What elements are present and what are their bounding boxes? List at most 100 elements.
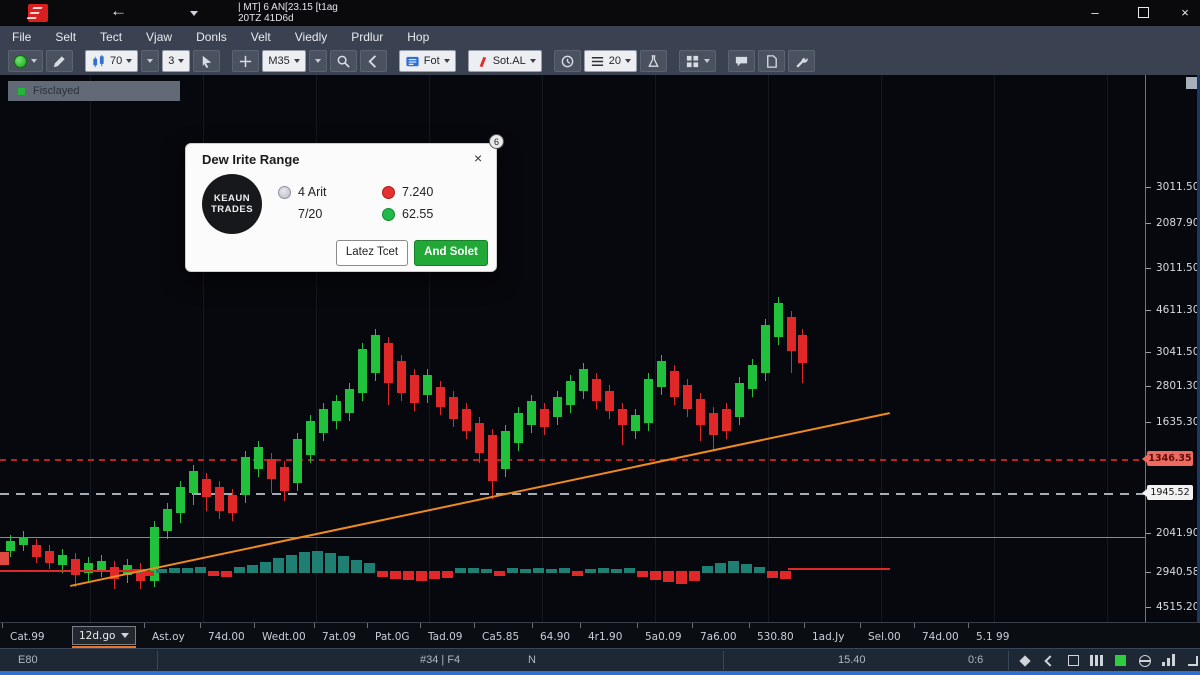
macd-bar <box>676 571 687 584</box>
macd-bar <box>624 568 635 573</box>
secondary-button[interactable]: Latez Tcet <box>336 240 408 266</box>
time-label[interactable]: 4r1.90 <box>588 631 622 643</box>
candle-body <box>215 487 224 511</box>
timeframe-combo-label: M35 <box>268 55 290 67</box>
macd-bar <box>689 571 700 581</box>
time-label[interactable]: Ast.oy <box>152 631 185 643</box>
time-label[interactable]: 64.90 <box>540 631 570 643</box>
green-square-icon[interactable] <box>1114 654 1128 668</box>
macd-bar <box>559 568 570 573</box>
time-label[interactable]: Wedt.00 <box>262 631 306 643</box>
menu-item-hop[interactable]: Hop <box>395 30 441 44</box>
macd-bar <box>637 571 648 577</box>
timeframe-selector[interactable]: 12d.go <box>72 626 136 645</box>
columns-icon[interactable] <box>1090 654 1104 668</box>
minimize-button[interactable]: – <box>1080 4 1110 22</box>
signal-icon[interactable] <box>1162 654 1176 668</box>
macd-signal-line <box>788 568 890 570</box>
menu-item-prdlur[interactable]: Prdlur <box>339 30 395 44</box>
time-tick <box>367 623 368 628</box>
time-tick <box>254 623 255 628</box>
green-status-icon <box>382 208 395 221</box>
diamond-icon[interactable] <box>1018 654 1032 668</box>
clock-tool-button[interactable] <box>553 50 581 72</box>
candle-body <box>488 435 497 481</box>
cursor-tool-button[interactable] <box>193 50 221 72</box>
time-tick <box>474 623 475 628</box>
status-bar: E80 #34 | F4 N 15.40 0:6 <box>0 648 1200 672</box>
menu-item-viedly[interactable]: Viedly <box>283 30 339 44</box>
time-label[interactable]: Sel.00 <box>868 631 901 643</box>
time-label[interactable]: Cat.99 <box>10 631 45 643</box>
draw-combo-button[interactable]: Sot.AL <box>467 50 542 72</box>
back-arrow-icon[interactable]: ← <box>110 1 127 21</box>
chevron-left-icon[interactable] <box>1042 654 1056 668</box>
candle-body <box>748 365 757 389</box>
gridline <box>542 75 543 622</box>
square-icon[interactable] <box>1066 654 1080 668</box>
time-label[interactable]: 7at.09 <box>322 631 356 643</box>
macd-bar <box>247 565 258 573</box>
zoom-combo-label: 3 <box>168 55 175 67</box>
macd-bar <box>442 571 453 578</box>
taskbar-accent-strip <box>0 671 1200 675</box>
menu-item-file[interactable]: File <box>0 30 43 44</box>
chart-type-combo-button[interactable]: 70 <box>85 50 139 72</box>
candle-body <box>71 559 80 575</box>
macd-bar <box>156 569 167 573</box>
timeframe-combo-button[interactable]: M35 <box>262 50 306 72</box>
menu-item-vjaw[interactable]: Vjaw <box>134 30 184 44</box>
macd-bar <box>507 568 518 573</box>
lines-combo-button[interactable]: 20 <box>583 50 637 72</box>
back-tool-button[interactable] <box>359 50 387 72</box>
time-label[interactable]: 530.80 <box>757 631 794 643</box>
macd-bar <box>208 571 219 576</box>
template-combo-button[interactable]: Fot <box>398 50 456 72</box>
broker-logo: KEAUN TRADES <box>202 174 262 234</box>
menu-item-selt[interactable]: Selt <box>43 30 88 44</box>
time-label[interactable]: 1ad.Jy <box>812 631 844 643</box>
crosshair-tool-button[interactable] <box>232 50 260 72</box>
primary-button[interactable]: And Solet <box>414 240 488 266</box>
new-order-button[interactable] <box>8 50 43 72</box>
time-label[interactable]: Ca5.85 <box>482 631 519 643</box>
maximize-button[interactable] <box>1128 4 1158 22</box>
layout-combo-button[interactable] <box>678 50 716 72</box>
price-tick-label: 2940.58 <box>1156 566 1200 578</box>
time-axis: 12d.go Cat.99 Ast.oy 74d.00 Wedt.00 7at.09 Pa… <box>0 622 1200 649</box>
macd-bar <box>572 571 583 576</box>
time-label[interactable]: Tad.09 <box>428 631 462 643</box>
time-label[interactable]: 74d.00 <box>922 631 959 643</box>
time-label[interactable]: 5.1 99 <box>976 631 1009 643</box>
menu-item-tect[interactable]: Tect <box>88 30 134 44</box>
settings-tool-button[interactable] <box>787 50 815 72</box>
time-label[interactable]: 7a6.00 <box>700 631 737 643</box>
time-tick <box>420 623 421 628</box>
macd-bar <box>481 569 492 573</box>
corner-icon[interactable] <box>1186 654 1200 668</box>
radio-button[interactable] <box>278 186 291 199</box>
dialog-close-icon[interactable]: × <box>474 150 482 166</box>
price-tick-label: 4515.20 <box>1156 601 1200 613</box>
chart-type-caret-button[interactable] <box>141 50 160 72</box>
chart-canvas[interactable]: Fisclayed 3011.50 2087.90 3011.50 4611.30 30… <box>0 75 1200 675</box>
news-tool-button[interactable] <box>757 50 785 72</box>
close-button[interactable]: × <box>1170 4 1200 22</box>
plus-icon <box>238 54 253 69</box>
macd-bar <box>416 571 427 581</box>
chat-tool-button[interactable] <box>727 50 755 72</box>
chart-tab[interactable]: Fisclayed <box>8 81 180 101</box>
chevron-down-icon[interactable] <box>190 11 198 16</box>
time-label[interactable]: 74d.00 <box>208 631 245 643</box>
globe-icon[interactable] <box>1138 654 1152 668</box>
zoom-combo-button[interactable]: 3 <box>162 50 191 72</box>
magnifier-tool-button[interactable] <box>329 50 357 72</box>
menu-item-donls[interactable]: Donls <box>184 30 239 44</box>
edit-tool-button[interactable] <box>46 50 73 72</box>
time-label[interactable]: 5a0.09 <box>645 631 682 643</box>
menu-item-velt[interactable]: Velt <box>239 30 283 44</box>
time-label[interactable]: Pat.0G <box>375 631 410 643</box>
app-logo-icon <box>28 4 48 22</box>
timeframe-caret-button[interactable] <box>308 50 327 72</box>
indicator-tool-button[interactable] <box>639 50 667 72</box>
